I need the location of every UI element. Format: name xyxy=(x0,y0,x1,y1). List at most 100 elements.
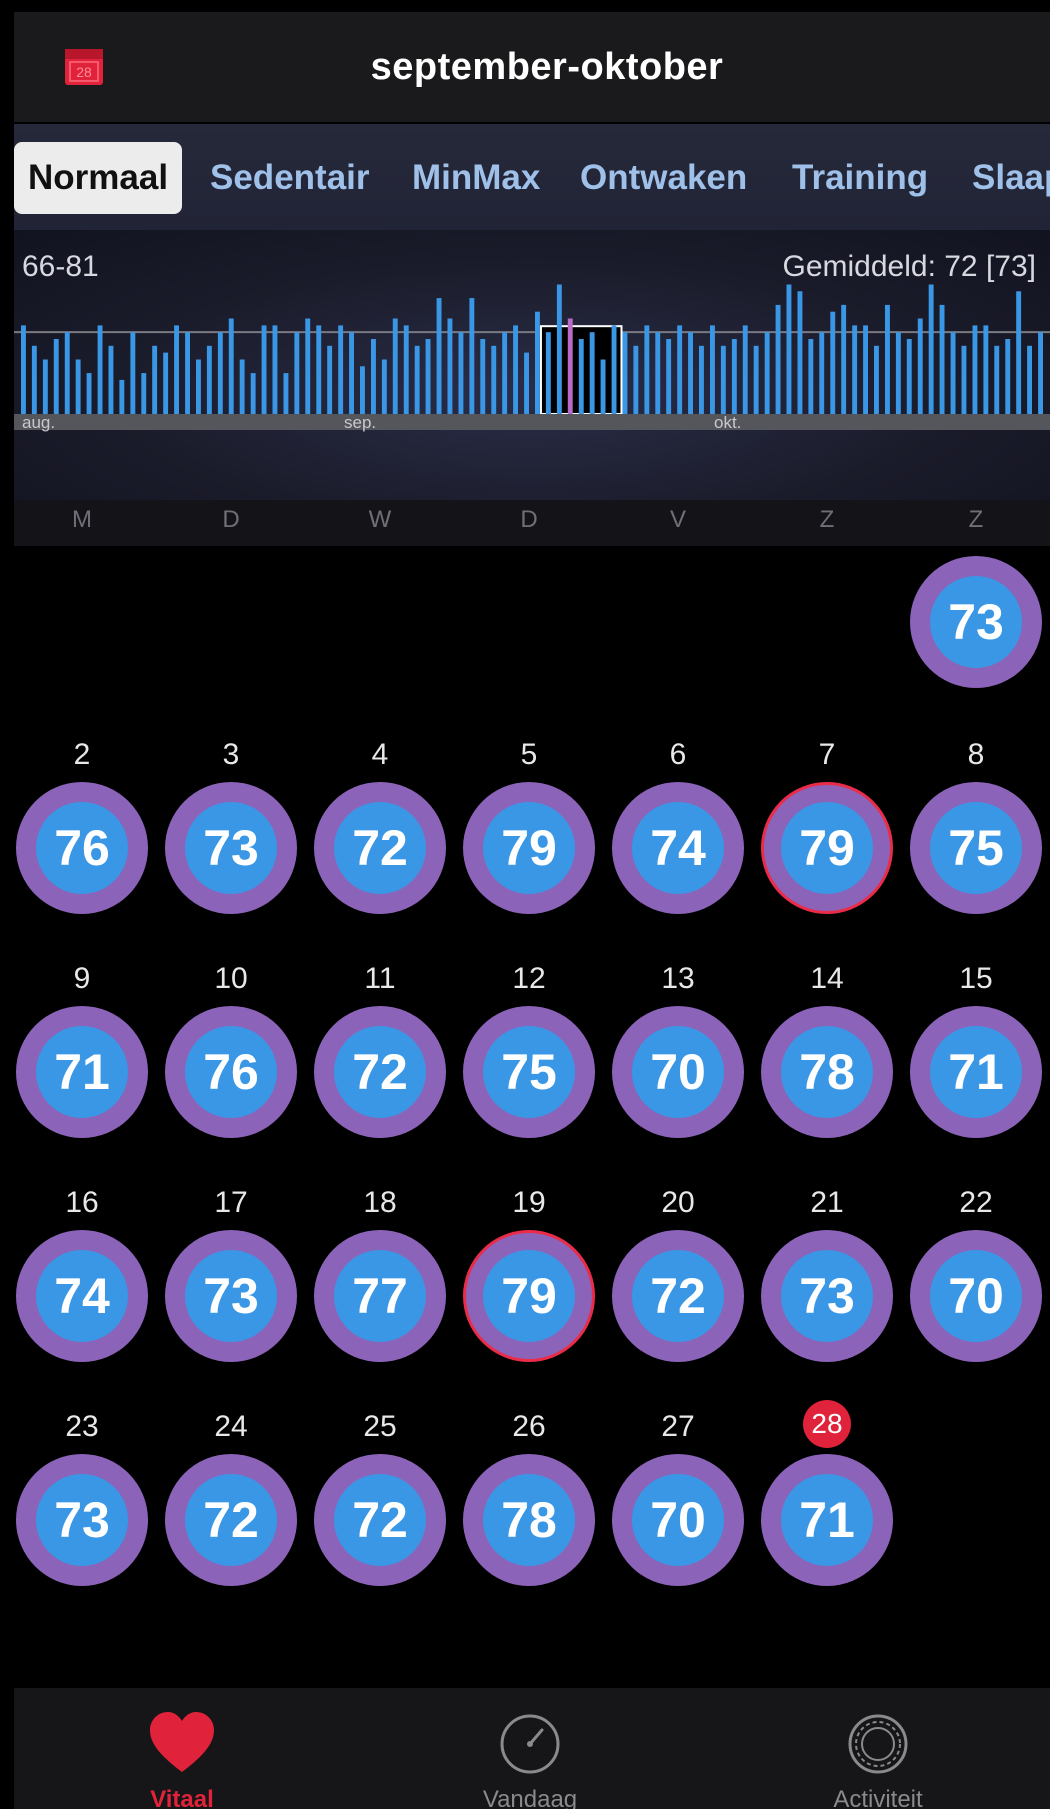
histogram-bar xyxy=(885,304,890,414)
tab-ontwaken[interactable]: Ontwaken xyxy=(580,142,747,214)
day-heart-rate-ring[interactable]: 70 xyxy=(612,1006,744,1138)
day-number: 21 xyxy=(810,1186,844,1219)
page-title: september-oktober xyxy=(370,46,724,88)
timeline-strip xyxy=(14,414,1050,430)
day-heart-rate-ring[interactable]: 71 xyxy=(761,1454,893,1586)
histogram-bar xyxy=(972,325,978,414)
histogram-bar xyxy=(1005,339,1011,414)
heart-rate-value: 76 xyxy=(203,1044,259,1100)
tab-sedentair[interactable]: Sedentair xyxy=(210,142,370,214)
histogram-bar xyxy=(130,332,136,414)
histogram-bar xyxy=(381,359,387,414)
day-heart-rate-ring[interactable]: 73 xyxy=(761,1230,893,1362)
day-heart-rate-ring[interactable]: 76 xyxy=(165,1006,297,1138)
day-heart-rate-ring[interactable]: 78 xyxy=(463,1454,595,1586)
day-heart-rate-ring[interactable]: 72 xyxy=(314,1454,446,1586)
tab-normaal[interactable]: Normaal xyxy=(14,142,183,214)
tab-minmax[interactable]: MinMax xyxy=(412,142,540,214)
histogram-bar xyxy=(545,332,551,414)
histogram-bar xyxy=(775,304,781,414)
day-heart-rate-ring[interactable]: 72 xyxy=(165,1454,297,1586)
histogram-bar xyxy=(360,366,365,414)
histogram-bar xyxy=(392,318,398,414)
histogram-bar xyxy=(425,339,431,414)
day-heart-rate-ring[interactable]: 71 xyxy=(16,1006,148,1138)
day-number: 24 xyxy=(214,1410,248,1443)
day-heart-rate-ring[interactable]: 79 xyxy=(761,782,893,914)
day-heart-rate-ring[interactable]: 77 xyxy=(314,1230,446,1362)
heart-rate-value: 73 xyxy=(54,1492,110,1548)
today-day-number: 28 xyxy=(803,1400,851,1448)
histogram-bar xyxy=(983,325,989,414)
histogram-bar xyxy=(163,352,169,414)
histogram-bar xyxy=(688,332,693,414)
histogram-chart[interactable]: aug. sep. okt. xyxy=(14,230,1050,502)
day-number: 7 xyxy=(818,738,836,771)
gauge-icon xyxy=(500,1714,560,1774)
day-heart-rate-ring[interactable]: 74 xyxy=(612,782,744,914)
weekday-label: W xyxy=(368,506,392,533)
day-heart-rate-ring[interactable]: 72 xyxy=(314,782,446,914)
histogram-bar xyxy=(710,325,715,414)
histogram-bar xyxy=(655,332,661,414)
heart-rate-value: 79 xyxy=(501,1268,557,1324)
day-heart-rate-ring[interactable]: 70 xyxy=(910,1230,1042,1362)
histogram-bar xyxy=(895,332,901,414)
histogram-bar xyxy=(206,345,212,414)
day-heart-rate-ring[interactable]: 73 xyxy=(910,556,1042,688)
histogram-bar xyxy=(797,291,803,414)
histogram-bar xyxy=(436,298,442,414)
day-heart-rate-ring[interactable]: 72 xyxy=(314,1006,446,1138)
day-number: 13 xyxy=(661,962,695,995)
heart-rate-value: 77 xyxy=(352,1268,408,1324)
day-heart-rate-ring[interactable]: 71 xyxy=(910,1006,1042,1138)
histogram-bar xyxy=(174,325,179,414)
heart-rate-value: 72 xyxy=(352,1492,408,1548)
day-number: 16 xyxy=(65,1186,99,1219)
day-heart-rate-ring[interactable]: 73 xyxy=(165,1230,297,1362)
heart-rate-value: 73 xyxy=(203,1268,259,1324)
day-number: 22 xyxy=(959,1186,993,1219)
day-number: 26 xyxy=(512,1410,546,1443)
histogram-bar xyxy=(644,325,650,414)
day-number: 15 xyxy=(959,962,993,995)
day-heart-rate-ring[interactable]: 74 xyxy=(16,1230,148,1362)
histogram-bar xyxy=(994,345,1000,414)
histogram-bar xyxy=(906,339,912,414)
day-heart-rate-ring[interactable]: 78 xyxy=(761,1006,893,1138)
day-heart-rate-ring[interactable]: 72 xyxy=(612,1230,744,1362)
day-heart-rate-ring[interactable]: 76 xyxy=(16,782,148,914)
histogram-bar xyxy=(1016,291,1022,414)
day-heart-rate-ring[interactable]: 73 xyxy=(16,1454,148,1586)
tabbar-vandaag[interactable]: Vandaag xyxy=(430,1688,630,1809)
heart-rate-value: 71 xyxy=(948,1044,1004,1100)
tab-training[interactable]: Training xyxy=(792,142,928,214)
tabbar-vitaal[interactable]: Vitaal xyxy=(82,1688,282,1809)
histogram-bar xyxy=(305,318,311,414)
histogram-bar xyxy=(239,359,245,414)
day-heart-rate-ring[interactable]: 70 xyxy=(612,1454,744,1586)
weekday-header: MDWDVZZ xyxy=(14,500,1050,546)
histogram-bar xyxy=(327,345,333,414)
histogram-bar xyxy=(42,359,48,414)
day-heart-rate-ring[interactable]: 73 xyxy=(165,782,297,914)
histogram-bar xyxy=(480,339,486,414)
tabbar-activiteit[interactable]: Activiteit xyxy=(778,1688,978,1809)
history-histogram[interactable]: 66-81 Gemiddeld: 72 [73] aug. sep. okt. xyxy=(14,230,1050,502)
tab-slaap[interactable]: Slaap xyxy=(972,142,1050,214)
day-heart-rate-ring[interactable]: 79 xyxy=(463,782,595,914)
day-number: 3 xyxy=(222,738,240,771)
heart-rate-value: 73 xyxy=(948,594,1004,650)
day-heart-rate-ring[interactable]: 75 xyxy=(463,1006,595,1138)
histogram-bar xyxy=(666,339,672,414)
day-number: 8 xyxy=(967,738,985,771)
histogram-bar xyxy=(699,345,704,414)
histogram-bar xyxy=(64,332,70,414)
day-heart-rate-ring[interactable]: 79 xyxy=(463,1230,595,1362)
heart-rate-value: 74 xyxy=(650,820,706,876)
histogram-bar xyxy=(1027,345,1032,414)
histogram-bar xyxy=(217,332,223,414)
day-heart-rate-ring[interactable]: 75 xyxy=(910,782,1042,914)
bottom-tab-bar: Vitaal Vandaag Activiteit xyxy=(14,1688,1050,1809)
histogram-bar xyxy=(513,325,518,414)
